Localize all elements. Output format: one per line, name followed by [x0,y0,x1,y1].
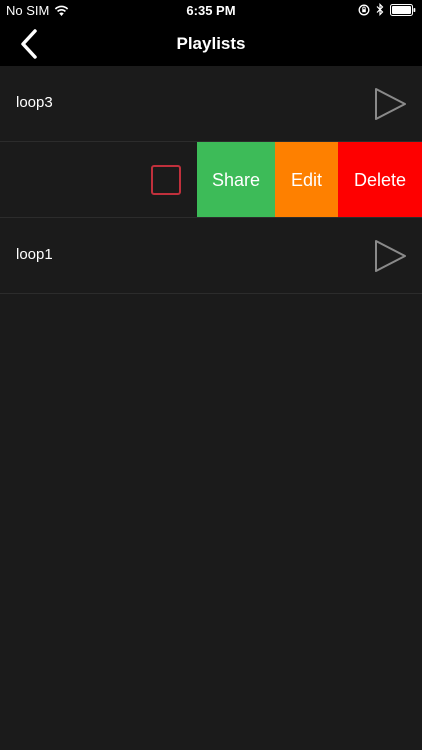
playlist-row[interactable]: loop3 [0,66,422,142]
play-icon [375,88,406,120]
playlist-list: loop3 Share Edit Delete loop1 [0,66,422,294]
edit-button[interactable]: Edit [275,142,338,217]
share-button[interactable]: Share [197,142,275,217]
rotation-lock-icon [358,4,370,15]
battery-icon [390,3,416,16]
bluetooth-icon [376,3,384,16]
status-bar: No SIM 6:35 PM [0,0,422,22]
nav-bar: Playlists [0,22,422,66]
playlist-row[interactable]: loop1 [0,218,422,294]
edit-label: Edit [290,169,323,190]
play-button[interactable] [372,86,408,122]
status-right [358,3,416,16]
delete-label: Delete [353,169,407,190]
play-button[interactable] [372,238,408,274]
share-label: Share [211,169,261,190]
delete-button[interactable]: Delete [338,142,422,217]
page-title: Playlists [176,34,246,53]
select-checkbox[interactable] [151,165,181,195]
playlist-name: loop3 [16,94,53,111]
playlist-name: loop1 [16,246,53,263]
playlist-row-swiped[interactable]: Share Edit Delete [0,142,422,218]
play-icon [375,240,406,272]
